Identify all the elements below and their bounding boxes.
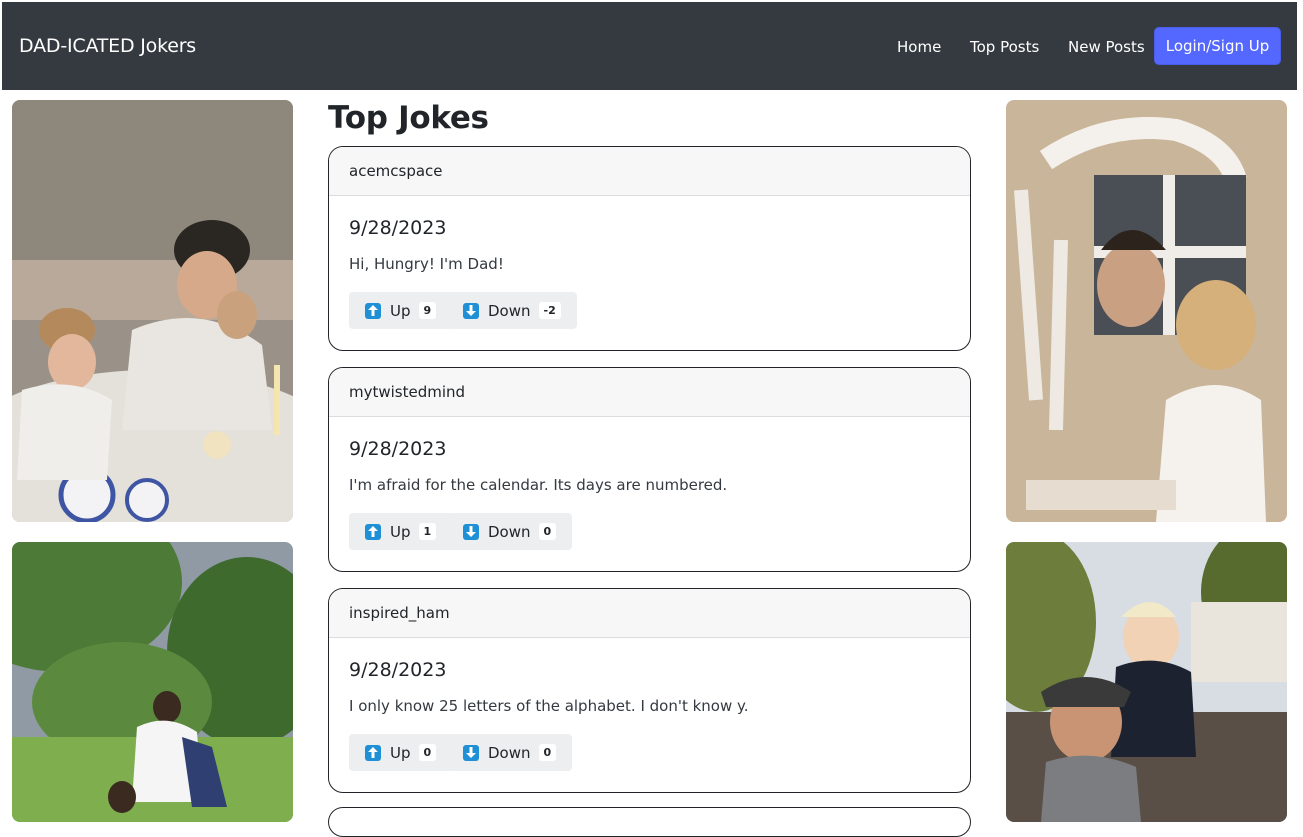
downvote-button[interactable]: Down -2 — [447, 292, 577, 329]
card-username: mytwistedmind — [329, 368, 970, 417]
upvote-count: 9 — [418, 302, 437, 319]
arrow-up-icon — [365, 523, 381, 540]
joke-card: mytwistedmind 9/28/2023 I'm afraid for t… — [328, 367, 971, 572]
nav-link-home[interactable]: Home — [897, 38, 941, 56]
photo-family-breakfast — [12, 100, 293, 522]
photo-father-park — [12, 542, 293, 822]
card-date: 9/28/2023 — [349, 438, 447, 460]
photo-child-on-shoulders — [1006, 542, 1287, 822]
page-title: Top Jokes — [328, 100, 489, 136]
upvote-count: 0 — [418, 744, 437, 761]
downvote-button[interactable]: Down 0 — [447, 734, 573, 771]
arrow-down-icon — [463, 302, 479, 319]
downvote-label: Down — [488, 743, 531, 762]
photo-cardboard-house — [1006, 100, 1287, 522]
upvote-label: Up — [390, 301, 411, 320]
nav-link-new-posts[interactable]: New Posts — [1068, 38, 1145, 56]
upvote-label: Up — [390, 522, 411, 541]
card-date: 9/28/2023 — [349, 217, 447, 239]
upvote-count: 1 — [418, 523, 437, 540]
joke-card-partial — [328, 807, 971, 837]
arrow-up-icon — [365, 744, 381, 761]
card-joke-text: Hi, Hungry! I'm Dad! — [349, 255, 504, 273]
brand-logo-text[interactable]: DAD-ICATED Jokers — [19, 35, 196, 57]
card-username: inspired_ham — [329, 589, 970, 638]
downvote-count: 0 — [538, 523, 557, 540]
upvote-button[interactable]: Up 0 — [349, 734, 453, 771]
login-signup-button[interactable]: Login/Sign Up — [1154, 27, 1281, 65]
downvote-label: Down — [488, 301, 531, 320]
card-joke-text: I'm afraid for the calendar. Its days ar… — [349, 476, 728, 494]
card-date: 9/28/2023 — [349, 659, 447, 681]
top-navbar: DAD-ICATED Jokers Home Top Posts New Pos… — [2, 2, 1297, 90]
arrow-down-icon — [463, 744, 479, 761]
card-joke-text: I only know 25 letters of the alphabet. … — [349, 697, 749, 715]
card-username: acemcspace — [329, 147, 970, 196]
arrow-down-icon — [463, 523, 479, 540]
arrow-up-icon — [365, 302, 381, 319]
downvote-label: Down — [488, 522, 531, 541]
downvote-count: -2 — [538, 302, 561, 319]
downvote-count: 0 — [538, 744, 557, 761]
nav-link-top-posts[interactable]: Top Posts — [970, 38, 1039, 56]
upvote-label: Up — [390, 743, 411, 762]
downvote-button[interactable]: Down 0 — [447, 513, 573, 550]
upvote-button[interactable]: Up 9 — [349, 292, 453, 329]
upvote-button[interactable]: Up 1 — [349, 513, 453, 550]
joke-card: acemcspace 9/28/2023 Hi, Hungry! I'm Dad… — [328, 146, 971, 351]
joke-card: inspired_ham 9/28/2023 I only know 25 le… — [328, 588, 971, 793]
